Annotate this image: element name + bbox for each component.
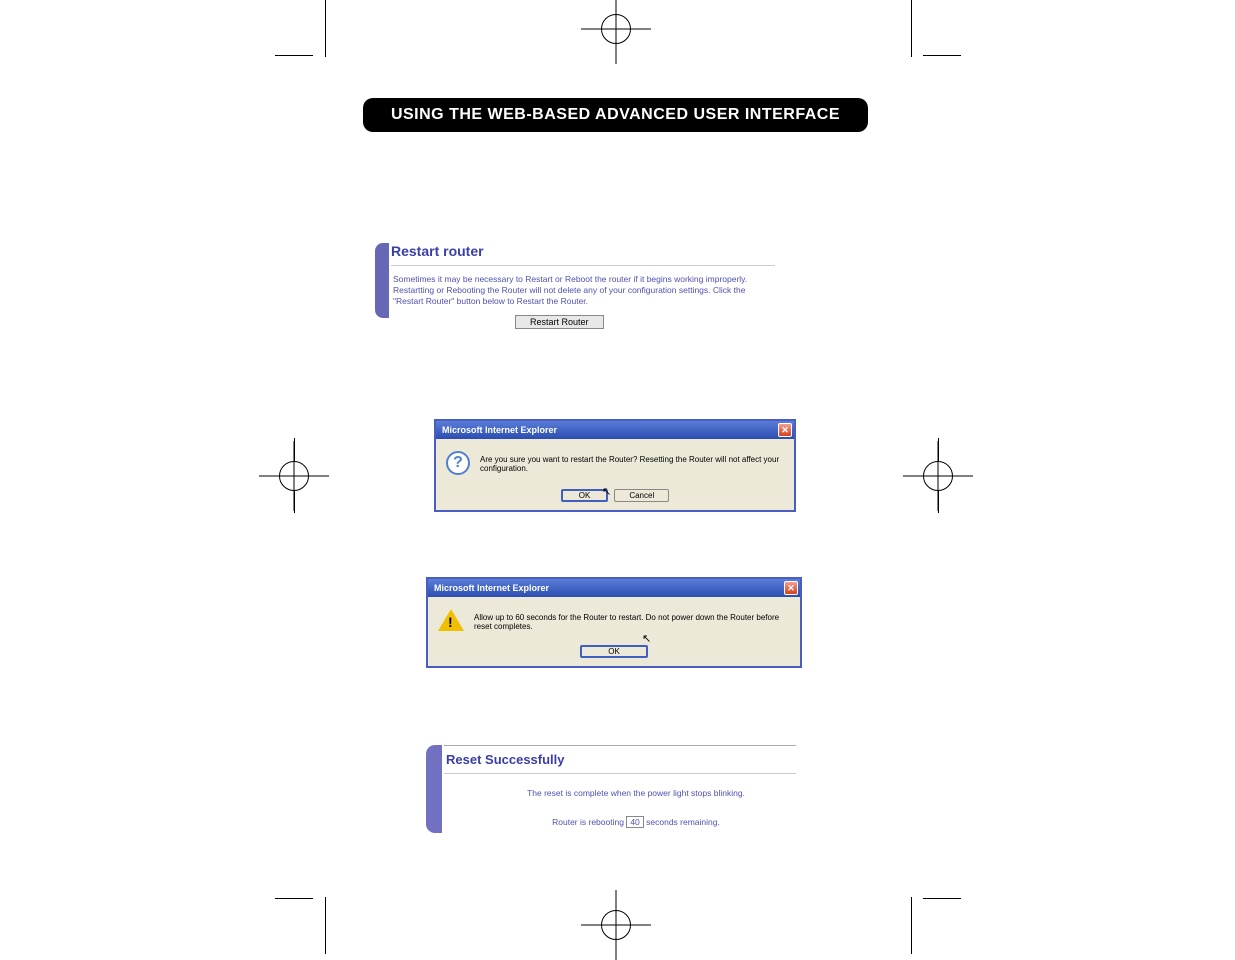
page-header: USING THE WEB-BASED ADVANCED USER INTERF…: [363, 98, 868, 132]
dialog-buttons: OK Cancel: [436, 485, 794, 510]
page-title: USING THE WEB-BASED ADVANCED USER INTERF…: [391, 106, 840, 124]
cancel-button[interactable]: Cancel: [614, 489, 669, 502]
dialog-title: Microsoft Internet Explorer: [434, 583, 549, 593]
crop-mark: [275, 898, 313, 899]
panel-accent: [375, 243, 389, 318]
countdown-value: 40: [626, 816, 643, 828]
divider: [391, 265, 775, 266]
panel-accent: [426, 745, 442, 833]
dialog-message: Allow up to 60 seconds for the Router to…: [474, 609, 790, 631]
registration-mark-icon: [923, 461, 953, 491]
crop-mark: [923, 898, 961, 899]
dialog-titlebar: Microsoft Internet Explorer ✕: [436, 421, 794, 439]
restart-title: Restart router: [391, 243, 775, 259]
confirm-restart-dialog: Microsoft Internet Explorer ✕ ? Are you …: [434, 419, 796, 512]
crop-mark: [911, 897, 912, 954]
reset-message: The reset is complete when the power lig…: [476, 788, 796, 798]
registration-mark-icon: [279, 461, 309, 491]
countdown-prefix: Router is rebooting: [552, 817, 626, 827]
crop-mark: [325, 0, 326, 57]
reset-title: Reset Successfully: [446, 752, 796, 767]
countdown-suffix: seconds remaining.: [644, 817, 720, 827]
crop-mark: [911, 0, 912, 57]
dialog-title: Microsoft Internet Explorer: [442, 425, 557, 435]
ok-button[interactable]: OK: [580, 645, 648, 658]
dialog-body: ? Are you sure you want to restart the R…: [436, 439, 794, 485]
question-icon: ?: [446, 451, 470, 475]
warning-icon: [438, 609, 464, 631]
registration-mark-icon: [601, 910, 631, 940]
dialog-message: Are you sure you want to restart the Rou…: [480, 451, 784, 473]
restart-warning-dialog: Microsoft Internet Explorer ✕ Allow up t…: [426, 577, 802, 668]
close-icon[interactable]: ✕: [784, 581, 798, 595]
dialog-buttons: OK: [428, 641, 800, 666]
divider: [444, 773, 796, 774]
crop-mark: [325, 897, 326, 954]
restart-router-panel: Restart router Sometimes it may be neces…: [375, 243, 775, 329]
close-icon[interactable]: ✕: [778, 423, 792, 437]
crop-mark: [923, 55, 961, 56]
registration-mark-icon: [601, 14, 631, 44]
dialog-titlebar: Microsoft Internet Explorer ✕: [428, 579, 800, 597]
ok-button[interactable]: OK: [561, 489, 609, 502]
reboot-countdown-line: Router is rebooting 40 seconds remaining…: [476, 816, 796, 828]
reset-success-panel: Reset Successfully The reset is complete…: [426, 745, 796, 828]
crop-mark: [275, 55, 313, 56]
restart-description: Sometimes it may be necessary to Restart…: [393, 274, 753, 307]
divider: [444, 745, 796, 746]
restart-router-button[interactable]: Restart Router: [515, 315, 604, 329]
dialog-body: Allow up to 60 seconds for the Router to…: [428, 597, 800, 641]
